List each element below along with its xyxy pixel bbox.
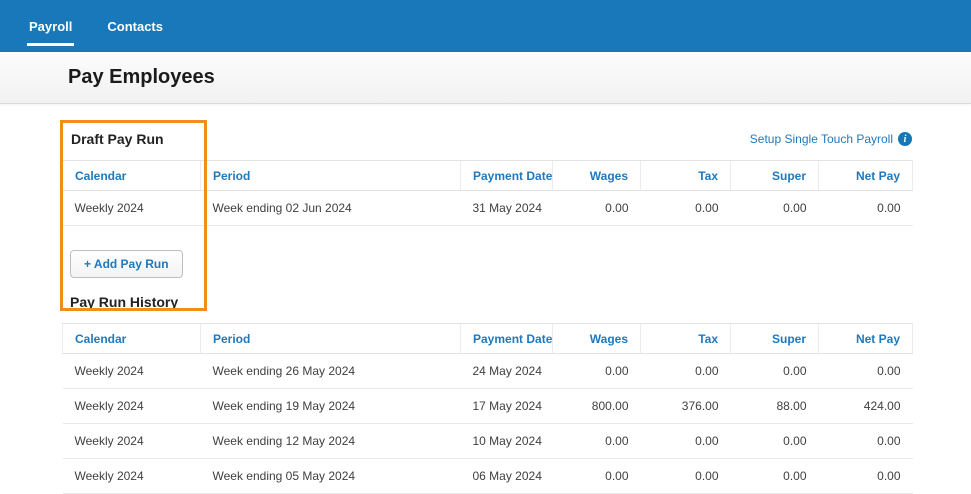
table-cell: Week ending 02 Jun 2024 <box>200 190 461 226</box>
table-cell: 06 May 2024 <box>460 458 553 494</box>
table-cell: 0.00 <box>552 353 641 389</box>
table-row[interactable]: Weekly 2024 Week ending 19 May 2024 17 May… <box>62 388 913 424</box>
table-row[interactable]: Weekly 2024 Week ending 12 May 2024 10 May… <box>62 423 913 459</box>
column-header: Net Pay <box>818 323 913 354</box>
table-cell: 376.00 <box>640 388 731 424</box>
table-cell: 88.00 <box>730 388 819 424</box>
column-header: Super <box>730 323 819 354</box>
main-content: Draft Pay Run Setup Single Touch Payroll… <box>0 131 971 494</box>
column-header: Tax <box>640 323 731 354</box>
tab-payroll[interactable]: Payroll <box>27 0 75 52</box>
table-cell: Weekly 2024 <box>62 353 201 389</box>
table-cell: 0.00 <box>552 190 641 226</box>
draft-table-body: Weekly 2024 Week ending 02 Jun 2024 31 May… <box>62 190 913 226</box>
draft-table-header-row: Calendar Period Payment Date Wages Tax Super N… <box>62 160 913 191</box>
draft-pay-run-heading: Draft Pay Run <box>71 131 164 147</box>
table-cell: 10 May 2024 <box>460 423 553 459</box>
setup-single-touch-payroll-link[interactable]: Setup Single Touch Payroll <box>750 132 912 146</box>
table-cell: Weekly 2024 <box>62 388 201 424</box>
table-row[interactable]: Weekly 2024 Week ending 05 May 2024 06 May… <box>62 458 913 494</box>
column-header: Super <box>730 160 819 191</box>
table-row[interactable]: Weekly 2024 Week ending 26 May 2024 24 May… <box>62 353 913 389</box>
draft-section-header: Draft Pay Run Setup Single Touch Payroll <box>62 131 912 147</box>
table-cell: 0.00 <box>818 353 913 389</box>
table-cell: 0.00 <box>730 353 819 389</box>
tab-contacts[interactable]: Contacts <box>105 0 165 52</box>
table-cell: 800.00 <box>552 388 641 424</box>
table-cell: 0.00 <box>640 458 731 494</box>
table-cell: 0.00 <box>730 423 819 459</box>
table-cell: Weekly 2024 <box>62 190 201 226</box>
table-cell: Weekly 2024 <box>62 458 201 494</box>
table-cell: 17 May 2024 <box>460 388 553 424</box>
table-cell: 424.00 <box>818 388 913 424</box>
table-cell: 0.00 <box>640 190 731 226</box>
column-header: Net Pay <box>818 160 913 191</box>
table-cell: Week ending 12 May 2024 <box>200 423 461 459</box>
table-cell: 31 May 2024 <box>460 190 553 226</box>
history-table-header-row: Calendar Period Payment Date Wages Tax Super N… <box>62 323 913 354</box>
table-cell: 0.00 <box>552 423 641 459</box>
table-cell: 0.00 <box>818 423 913 459</box>
column-header: Payment Date <box>460 160 553 191</box>
table-cell: 0.00 <box>552 458 641 494</box>
top-nav: Payroll Contacts <box>0 0 971 52</box>
table-cell: 24 May 2024 <box>460 353 553 389</box>
info-icon[interactable] <box>898 132 912 146</box>
column-header: Wages <box>552 323 641 354</box>
history-table-body: Weekly 2024 Week ending 26 May 2024 24 May… <box>62 353 913 494</box>
table-cell: 0.00 <box>730 458 819 494</box>
column-header: Calendar <box>62 160 201 191</box>
table-cell: Weekly 2024 <box>62 423 201 459</box>
table-cell: Week ending 05 May 2024 <box>200 458 461 494</box>
table-cell: Week ending 19 May 2024 <box>200 388 461 424</box>
table-row[interactable]: Weekly 2024 Week ending 02 Jun 2024 31 May… <box>62 190 913 226</box>
page-header: Pay Employees <box>0 52 971 104</box>
draft-pay-run-table: Calendar Period Payment Date Wages Tax Super N… <box>62 160 913 226</box>
pay-run-history-heading: Pay Run History <box>70 294 179 310</box>
column-header: Wages <box>552 160 641 191</box>
table-cell: 0.00 <box>640 353 731 389</box>
column-header: Period <box>200 323 461 354</box>
table-cell: 0.00 <box>640 423 731 459</box>
column-header: Payment Date <box>460 323 553 354</box>
column-header: Calendar <box>62 323 201 354</box>
table-cell: 0.00 <box>818 458 913 494</box>
pay-run-history-table: Calendar Period Payment Date Wages Tax Super N… <box>62 323 913 494</box>
table-cell: Week ending 26 May 2024 <box>200 353 461 389</box>
page-title: Pay Employees <box>68 66 215 88</box>
add-pay-run-button[interactable]: + Add Pay Run <box>70 250 183 278</box>
table-cell: 0.00 <box>730 190 819 226</box>
column-header: Tax <box>640 160 731 191</box>
column-header: Period <box>200 160 461 191</box>
table-cell: 0.00 <box>818 190 913 226</box>
setup-link-label: Setup Single Touch Payroll <box>749 132 893 146</box>
